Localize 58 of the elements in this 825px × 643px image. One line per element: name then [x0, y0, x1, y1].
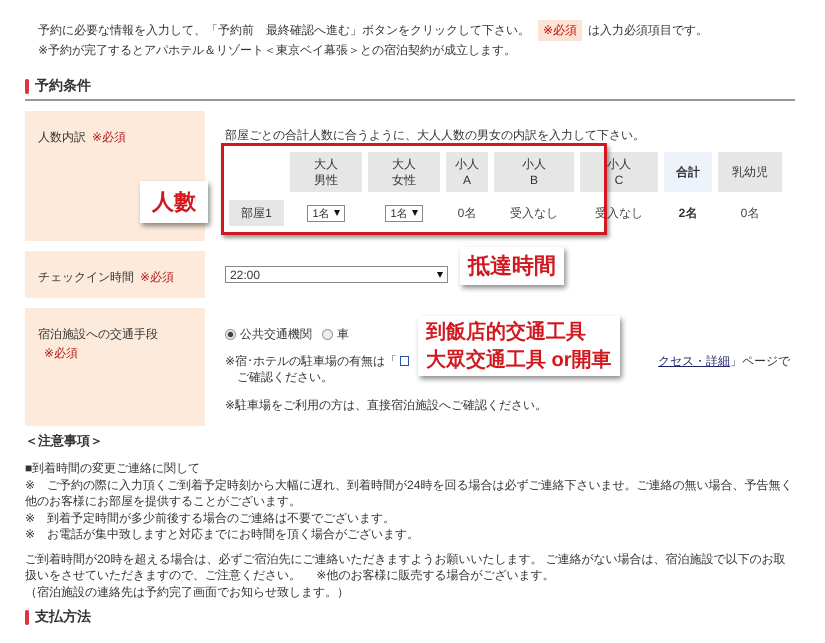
- header-text: 合計: [676, 164, 700, 180]
- header-text: 大人: [392, 156, 416, 172]
- notice-text: ご到着時間が20時を超える場合は、必ずご宿泊先にご連絡いただきますようお願いいたします。 ご連絡がない場合は、宿泊施設で以下のお取扱いをさせていただきますので、ご注意ください。 ※他のお客様に販売する場合がございます。: [25, 550, 787, 584]
- radio-button[interactable]: [225, 329, 236, 340]
- time-dropdown[interactable]: 22:00: [225, 266, 448, 283]
- note-text: 」ページで: [730, 353, 790, 369]
- table-cell: 0名: [740, 204, 760, 222]
- count-dropdown[interactable]: 1名: [385, 204, 423, 222]
- header-text: C: [614, 172, 624, 188]
- radio-button[interactable]: [322, 329, 333, 340]
- required-badge: ※必須: [538, 20, 582, 41]
- section-title: 支払方法: [35, 608, 91, 626]
- header-text: 小人: [607, 156, 631, 172]
- header-text: 男性: [314, 172, 338, 188]
- header-text: B: [530, 172, 538, 188]
- field-label: 人数内訳: [38, 130, 86, 144]
- intro-text: ※予約が完了するとアパホテル＆リゾート＜東京ベイ幕張＞との宿泊契約が成立します。: [38, 42, 518, 59]
- header-text: 小人: [522, 156, 546, 172]
- required-mark: ※必須: [92, 130, 126, 144]
- header-text: 大人: [314, 156, 338, 172]
- note-text: ※宿･ホテルの駐車場の有無は「: [225, 353, 398, 369]
- intro-text: は入力必須項目です。: [588, 22, 708, 39]
- note-text: ご確認ください。: [236, 369, 333, 385]
- intro-text: 予約に必要な情報を入力して、「予約前 最終確認へ進む」ボタンをクリックして下さい。: [38, 22, 530, 39]
- caret-icon: [412, 210, 418, 216]
- radio-label: 車: [337, 326, 349, 343]
- count-dropdown[interactable]: 1名: [307, 204, 345, 222]
- table-cell: 0名: [458, 204, 476, 222]
- field-label: チェックイン時間: [38, 270, 134, 284]
- annotation-text: 抵達時間: [468, 252, 556, 280]
- notice-title: ＜注意事項＞: [25, 432, 104, 450]
- note-text: ※駐車場をご利用の方は、直接宿泊施設へご確認ください。: [225, 397, 548, 414]
- header-text: 女性: [392, 172, 416, 188]
- notice-text: ※ 到着予定時間が多少前後する場合のご連絡は不要でございます。: [25, 510, 396, 526]
- table-cell: 受入なし: [510, 204, 558, 222]
- annotation-text: 到飯店的交通工具: [426, 320, 587, 345]
- header-text: 乳幼児: [732, 164, 768, 180]
- section-title: 予約条件: [35, 77, 91, 95]
- header-text: A: [462, 172, 471, 188]
- field-description: 部屋ごとの合計人数に合うように、大人人数の男女の内訳を入力して下さい。: [225, 128, 646, 142]
- notice-text: （宿泊施設の連絡先は予約完了画面でお知らせ致します。）: [25, 584, 350, 600]
- annotation-text: 人數: [152, 188, 196, 216]
- required-mark: ※必須: [44, 346, 78, 360]
- heading-marker: [25, 610, 29, 624]
- header-text: 小人: [455, 156, 479, 172]
- table-cell: 2名: [678, 204, 698, 222]
- caret-icon: [334, 210, 340, 216]
- notice-text: ※ お電話が集中致しますと対応までにお時間を頂く場合がございます。: [25, 526, 420, 542]
- annotation-text: 大眾交通工具 or開車: [426, 348, 612, 373]
- notice-text: ■到着時間の変更ご連絡に関して: [25, 460, 202, 476]
- radio-label: 公共交通機関: [240, 326, 312, 343]
- access-link[interactable]: クセス・詳細: [658, 353, 730, 369]
- heading-marker: [25, 78, 29, 94]
- notice-text: ※ ご予約の際に入力頂くご到着予定時刻から大幅に遅れ、到着時間が24時を回る場合は必ずご連絡下さいませ。ご連絡の無い場合、予告無く他のお客様にお部屋を提供することがございます。: [25, 476, 794, 510]
- required-mark: ※必須: [140, 270, 174, 284]
- field-label: 宿泊施設への交通手段: [38, 327, 158, 341]
- row-header: 部屋1: [229, 200, 284, 226]
- caret-icon: [437, 272, 443, 278]
